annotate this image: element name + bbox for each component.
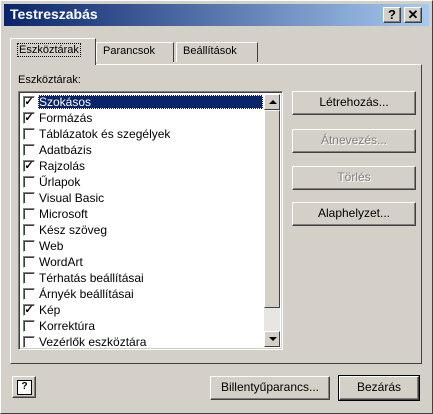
rename-button[interactable]: Átnevezés... bbox=[292, 129, 416, 153]
list-item[interactable]: Microsoft bbox=[21, 206, 264, 222]
list-item-label: Microsoft bbox=[39, 207, 88, 221]
checkbox[interactable] bbox=[23, 336, 35, 348]
list-item-label: Űrlapok bbox=[39, 175, 81, 189]
reset-button[interactable]: Alaphelyzet... bbox=[292, 202, 416, 226]
list-item[interactable]: WordArt bbox=[21, 254, 264, 270]
scrollbar[interactable] bbox=[264, 94, 280, 347]
help-button[interactable]: ? bbox=[12, 376, 36, 398]
checkbox[interactable] bbox=[23, 208, 35, 220]
list-item-label: WordArt bbox=[39, 255, 83, 269]
toolbars-list-label: Eszköztárak: bbox=[18, 74, 81, 86]
checkbox[interactable] bbox=[23, 320, 35, 332]
toolbars-list: ✓ Szokásos ✓ Formázás Táblázatok és szegélye… bbox=[21, 94, 264, 350]
list-item-label: Szokásos bbox=[38, 95, 263, 109]
checkbox[interactable] bbox=[23, 240, 35, 252]
list-item[interactable]: ✓ Formázás bbox=[21, 110, 264, 126]
list-item-label: Táblázatok és szegélyek bbox=[39, 127, 171, 141]
scroll-down-button[interactable] bbox=[264, 331, 280, 347]
list-item[interactable]: Adatbázis bbox=[21, 142, 264, 158]
list-item[interactable]: ✓ Kép bbox=[21, 302, 264, 318]
list-item-label: Rajzolás bbox=[39, 159, 86, 173]
close-button[interactable]: Bezárás bbox=[338, 375, 420, 401]
list-item[interactable]: Árnyék beállításai bbox=[21, 286, 264, 302]
checkbox[interactable] bbox=[23, 192, 35, 204]
checkbox[interactable] bbox=[23, 256, 35, 268]
list-item[interactable]: Visual Basic bbox=[21, 190, 264, 206]
tab-parancsok[interactable]: Parancsok bbox=[96, 42, 174, 62]
checkbox[interactable]: ✓ bbox=[23, 304, 35, 316]
list-item-label: Web bbox=[39, 239, 64, 253]
list-item[interactable]: Vezérlők eszköztára bbox=[21, 334, 264, 350]
tab-beallitasok[interactable]: Beállítások bbox=[176, 42, 258, 62]
tab-label: Eszköztárak bbox=[17, 43, 81, 57]
list-item[interactable]: Kész szöveg bbox=[21, 222, 264, 238]
list-item[interactable]: Táblázatok és szegélyek bbox=[21, 126, 264, 142]
checkbox[interactable]: ✓ bbox=[23, 112, 35, 124]
help-icon: ? bbox=[17, 380, 32, 395]
checkbox[interactable] bbox=[23, 224, 35, 236]
list-item-label: Kész szöveg bbox=[39, 223, 108, 237]
tab-eszkoztarak[interactable]: Eszköztárak bbox=[10, 38, 96, 65]
scrollbar-thumb[interactable] bbox=[264, 110, 280, 308]
list-item-label: Térhatás beállításai bbox=[39, 271, 144, 285]
tab-label: Beállítások bbox=[183, 45, 237, 57]
arrow-down-icon bbox=[269, 337, 277, 341]
scroll-up-button[interactable] bbox=[264, 94, 280, 110]
list-item[interactable]: ✓ Szokásos bbox=[21, 94, 264, 110]
list-item-label: Árnyék beállításai bbox=[39, 287, 134, 301]
list-item-label: Korrektúra bbox=[39, 319, 96, 333]
list-item[interactable]: Korrektúra bbox=[21, 318, 264, 334]
checkbox[interactable] bbox=[23, 288, 35, 300]
help-icon[interactable]: ? bbox=[383, 7, 401, 23]
window-title: Testreszabás bbox=[10, 6, 98, 22]
title-bar[interactable]: Testreszabás ? ✕ bbox=[4, 4, 429, 26]
checkbox[interactable] bbox=[23, 144, 35, 156]
checkbox[interactable]: ✓ bbox=[23, 96, 35, 108]
list-item-label: Adatbázis bbox=[39, 143, 92, 157]
delete-button[interactable]: Törlés bbox=[292, 166, 416, 190]
list-item-label: Visual Basic bbox=[39, 191, 105, 205]
create-button[interactable]: Létrehozás... bbox=[292, 91, 416, 115]
toolbars-listbox[interactable]: ✓ Szokásos ✓ Formázás Táblázatok és szegélye… bbox=[18, 91, 283, 350]
list-item[interactable]: Térhatás beállításai bbox=[21, 270, 264, 286]
close-icon[interactable]: ✕ bbox=[404, 7, 422, 23]
tab-label: Parancsok bbox=[103, 45, 155, 57]
list-item-label: Formázás bbox=[39, 111, 93, 125]
arrow-up-icon bbox=[269, 100, 277, 104]
checkbox[interactable] bbox=[23, 176, 35, 188]
keyboard-shortcuts-button[interactable]: Billentyűparancs... bbox=[210, 376, 330, 400]
list-item-label: Vezérlők eszköztára bbox=[39, 335, 147, 349]
checkbox[interactable]: ✓ bbox=[23, 160, 35, 172]
list-item[interactable]: Űrlapok bbox=[21, 174, 264, 190]
checkbox[interactable] bbox=[23, 272, 35, 284]
checkbox[interactable] bbox=[23, 128, 35, 140]
list-item-label: Kép bbox=[39, 303, 61, 317]
list-item[interactable]: ✓ Rajzolás bbox=[21, 158, 264, 174]
list-item[interactable]: Web bbox=[21, 238, 264, 254]
